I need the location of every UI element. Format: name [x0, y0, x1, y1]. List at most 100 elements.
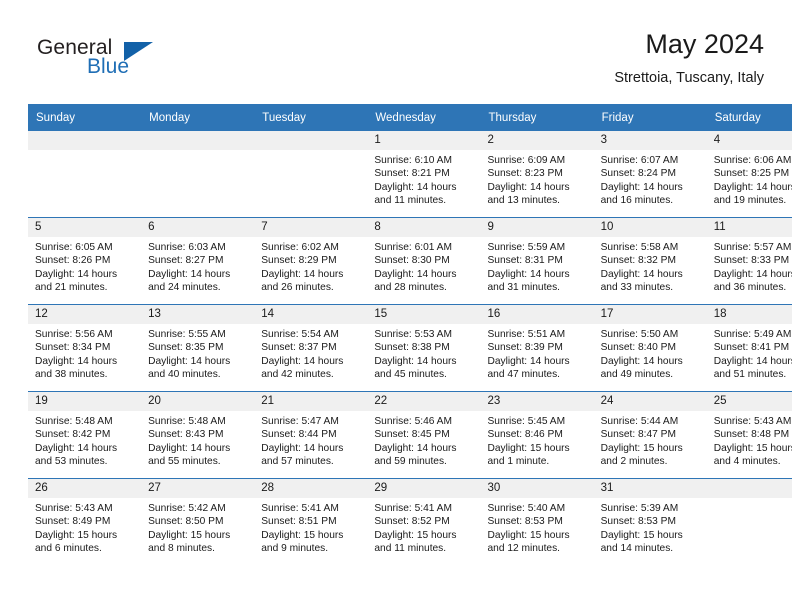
calendar-day-cell[interactable]: 18 Sunrise: 5:49 AM Sunset: 8:41 PM Dayligh… — [706, 304, 792, 392]
daylight-text-line1: Daylight: 14 hours — [148, 268, 231, 280]
daylight-text-line1: Daylight: 14 hours — [600, 181, 683, 193]
daylight-text-line1: Daylight: 14 hours — [600, 355, 683, 367]
calendar-day-cell-empty — [706, 478, 792, 565]
calendar-day-cell[interactable]: 13 Sunrise: 5:55 AM Sunset: 8:35 PM Dayligh… — [141, 304, 255, 392]
sunset-text: Sunset: 8:25 PM — [713, 168, 790, 180]
calendar-day-cell[interactable]: 15 Sunrise: 5:53 AM Sunset: 8:38 PM Dayligh… — [367, 304, 481, 392]
sunrise-text: Sunrise: 6:05 AM — [35, 242, 113, 253]
day-details: Sunrise: 5:39 AM Sunset: 8:53 PM Daylight:… — [594, 498, 707, 556]
day-number: 25 — [706, 392, 792, 411]
daylight-text-line1: Daylight: 15 hours — [261, 529, 344, 541]
calendar-day-cell[interactable]: 23 Sunrise: 5:45 AM Sunset: 8:46 PM Dayligh… — [480, 391, 594, 479]
day-number: 18 — [706, 305, 792, 324]
day-details: Sunrise: 5:42 AM Sunset: 8:50 PM Daylight:… — [141, 498, 254, 556]
calendar-day-cell[interactable]: 7 Sunrise: 6:02 AM Sunset: 8:29 PM Daylight… — [254, 217, 368, 305]
sunset-text: Sunset: 8:31 PM — [487, 255, 563, 267]
day-number: 21 — [254, 392, 368, 411]
day-number: 1 — [367, 131, 481, 150]
daylight-text-line2: and 26 minutes. — [261, 282, 334, 294]
calendar-day-cell[interactable]: 3 Sunrise: 6:07 AM Sunset: 8:24 PM Daylight… — [593, 131, 707, 218]
day-number: 13 — [141, 305, 255, 324]
calendar-day-cell[interactable]: 1 Sunrise: 6:10 AM Sunset: 8:21 PM Daylight… — [367, 131, 481, 218]
calendar-day-cell[interactable]: 8 Sunrise: 6:01 AM Sunset: 8:30 PM Daylight… — [367, 217, 481, 305]
calendar-day-cell[interactable]: 21 Sunrise: 5:47 AM Sunset: 8:44 PM Dayligh… — [254, 391, 368, 479]
daylight-text-line1: Daylight: 14 hours — [35, 442, 118, 454]
daylight-text-line1: Daylight: 15 hours — [487, 529, 570, 541]
calendar-day-cell[interactable]: 11 Sunrise: 5:57 AM Sunset: 8:33 PM Dayligh… — [706, 217, 792, 305]
daylight-text-line2: and 45 minutes. — [374, 369, 447, 381]
calendar-day-cell[interactable]: 16 Sunrise: 5:51 AM Sunset: 8:39 PM Dayligh… — [480, 304, 594, 392]
calendar-grid: Sunday Monday Tuesday Wednesday Thursday Frid… — [28, 104, 792, 565]
calendar-day-cell[interactable]: 10 Sunrise: 5:58 AM Sunset: 8:32 PM Dayligh… — [593, 217, 707, 305]
calendar-day-cell[interactable]: 25 Sunrise: 5:43 AM Sunset: 8:48 PM Dayligh… — [706, 391, 792, 479]
calendar-day-cell[interactable]: 27 Sunrise: 5:42 AM Sunset: 8:50 PM Dayligh… — [141, 478, 255, 565]
day-number: 12 — [28, 305, 142, 324]
calendar-day-cell[interactable]: 5 Sunrise: 6:05 AM Sunset: 8:26 PM Daylight… — [28, 217, 142, 305]
sunrise-text: Sunrise: 5:54 AM — [261, 329, 339, 340]
calendar-day-cell[interactable]: 29 Sunrise: 5:41 AM Sunset: 8:52 PM Dayligh… — [367, 478, 481, 565]
day-number: 16 — [480, 305, 594, 324]
sunrise-text: Sunrise: 5:46 AM — [374, 416, 452, 427]
daylight-text-line1: Daylight: 14 hours — [148, 355, 231, 367]
day-number: 10 — [593, 218, 707, 237]
day-number: 26 — [28, 479, 142, 498]
calendar-day-cell[interactable]: 9 Sunrise: 5:59 AM Sunset: 8:31 PM Daylight… — [480, 217, 594, 305]
calendar-day-cell[interactable]: 26 Sunrise: 5:43 AM Sunset: 8:49 PM Dayligh… — [28, 478, 142, 565]
calendar-day-cell[interactable]: 17 Sunrise: 5:50 AM Sunset: 8:40 PM Dayligh… — [593, 304, 707, 392]
calendar-day-cell-empty — [141, 131, 255, 218]
column-header-wednesday: Wednesday — [367, 104, 481, 131]
daylight-text-line2: and 57 minutes. — [261, 456, 334, 468]
day-details: Sunrise: 6:09 AM Sunset: 8:23 PM Daylight:… — [481, 150, 594, 208]
daylight-text-line2: and 47 minutes. — [487, 369, 561, 381]
day-details: Sunrise: 6:01 AM Sunset: 8:30 PM Daylight:… — [367, 237, 480, 295]
daylight-text-line1: Daylight: 14 hours — [713, 355, 792, 367]
daylight-text-line1: Daylight: 14 hours — [713, 181, 792, 193]
day-details: Sunrise: 5:41 AM Sunset: 8:52 PM Daylight:… — [367, 498, 480, 556]
daylight-text-line1: Daylight: 15 hours — [148, 529, 231, 541]
calendar-day-cell[interactable]: 30 Sunrise: 5:40 AM Sunset: 8:53 PM Dayligh… — [480, 478, 594, 565]
sunset-text: Sunset: 8:38 PM — [374, 342, 450, 354]
calendar-day-cell[interactable]: 4 Sunrise: 6:06 AM Sunset: 8:25 PM Daylight… — [706, 131, 792, 218]
day-number: 5 — [28, 218, 142, 237]
sunset-text: Sunset: 8:50 PM — [148, 516, 224, 528]
day-details: Sunrise: 5:51 AM Sunset: 8:39 PM Daylight:… — [481, 324, 594, 382]
daylight-text-line2: and 2 minutes. — [600, 456, 668, 468]
sunset-text: Sunset: 8:49 PM — [35, 516, 111, 528]
day-number: 11 — [706, 218, 792, 237]
sunset-text: Sunset: 8:30 PM — [374, 255, 450, 267]
day-details: Sunrise: 5:56 AM Sunset: 8:34 PM Daylight:… — [28, 324, 141, 382]
sunset-text: Sunset: 8:46 PM — [487, 429, 563, 441]
day-details: Sunrise: 5:50 AM Sunset: 8:40 PM Daylight:… — [594, 324, 707, 382]
daylight-text-line2: and 16 minutes. — [600, 195, 674, 207]
logo-text-blue: Blue — [87, 55, 130, 78]
calendar-body: 1 Sunrise: 6:10 AM Sunset: 8:21 PM Daylight… — [28, 131, 792, 565]
calendar-day-cell[interactable]: 28 Sunrise: 5:41 AM Sunset: 8:51 PM Dayligh… — [254, 478, 368, 565]
calendar-day-cell[interactable]: 31 Sunrise: 5:39 AM Sunset: 8:53 PM Dayligh… — [593, 478, 707, 565]
day-details: Sunrise: 5:57 AM Sunset: 8:33 PM Daylight:… — [707, 237, 792, 295]
calendar-day-cell[interactable]: 24 Sunrise: 5:44 AM Sunset: 8:47 PM Dayligh… — [593, 391, 707, 479]
daylight-text-line1: Daylight: 14 hours — [261, 442, 344, 454]
day-number: 23 — [480, 392, 594, 411]
sunset-text: Sunset: 8:53 PM — [600, 516, 676, 528]
daylight-text-line2: and 12 minutes. — [487, 543, 561, 555]
calendar-day-cell[interactable]: 20 Sunrise: 5:48 AM Sunset: 8:43 PM Dayligh… — [141, 391, 255, 479]
day-details: Sunrise: 5:48 AM Sunset: 8:42 PM Daylight:… — [28, 411, 141, 469]
sunrise-text: Sunrise: 6:09 AM — [487, 155, 566, 166]
calendar-day-cell[interactable]: 19 Sunrise: 5:48 AM Sunset: 8:42 PM Dayligh… — [28, 391, 142, 479]
sunrise-text: Sunrise: 5:41 AM — [261, 503, 339, 514]
calendar-day-cell[interactable]: 6 Sunrise: 6:03 AM Sunset: 8:27 PM Daylight… — [141, 217, 255, 305]
sunset-text: Sunset: 8:21 PM — [374, 168, 450, 180]
day-number: 3 — [593, 131, 707, 150]
calendar-day-cell[interactable]: 12 Sunrise: 5:56 AM Sunset: 8:34 PM Dayligh… — [28, 304, 142, 392]
calendar-day-cell[interactable]: 14 Sunrise: 5:54 AM Sunset: 8:37 PM Dayligh… — [254, 304, 368, 392]
day-number: 4 — [706, 131, 792, 150]
daylight-text-line2: and 40 minutes. — [148, 369, 221, 381]
calendar-day-cell[interactable]: 2 Sunrise: 6:09 AM Sunset: 8:23 PM Daylight… — [480, 131, 594, 218]
calendar-week-row: 19 Sunrise: 5:48 AM Sunset: 8:42 PM Dayligh… — [28, 391, 792, 479]
calendar-day-cell[interactable]: 22 Sunrise: 5:46 AM Sunset: 8:45 PM Dayligh… — [367, 391, 481, 479]
sunrise-text: Sunrise: 5:39 AM — [600, 503, 679, 514]
day-details: Sunrise: 5:53 AM Sunset: 8:38 PM Daylight:… — [367, 324, 480, 382]
sunset-text: Sunset: 8:52 PM — [374, 516, 450, 528]
day-details: Sunrise: 5:46 AM Sunset: 8:45 PM Daylight:… — [367, 411, 480, 469]
daylight-text-line2: and 1 minute. — [487, 456, 550, 468]
